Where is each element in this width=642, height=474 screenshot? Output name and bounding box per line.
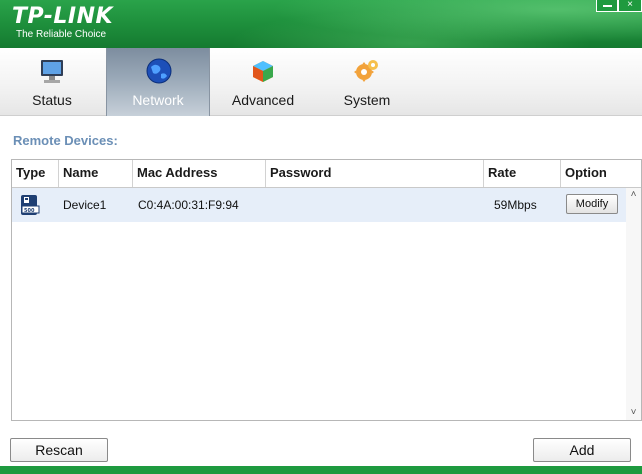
column-header-name[interactable]: Name xyxy=(59,160,133,187)
device-name: Device1 xyxy=(63,198,107,212)
column-header-option[interactable]: Option xyxy=(561,160,641,187)
table-header: Type Name Mac Address Password Rate Opti… xyxy=(12,160,641,188)
app-window: TP-LINK The Reliable Choice × Status Net… xyxy=(0,0,642,474)
header-banner: TP-LINK The Reliable Choice × xyxy=(0,0,642,48)
tab-system[interactable]: System xyxy=(315,48,419,116)
devices-table: Type Name Mac Address Password Rate Opti… xyxy=(11,159,642,421)
column-header-mac[interactable]: Mac Address xyxy=(133,160,266,187)
tab-advanced[interactable]: Advanced xyxy=(211,48,315,116)
brand-tagline: The Reliable Choice xyxy=(16,29,107,40)
tab-advanced-label: Advanced xyxy=(231,92,295,108)
cube-icon xyxy=(253,61,273,82)
add-button[interactable]: Add xyxy=(533,438,631,462)
column-header-rate[interactable]: Rate xyxy=(484,160,561,187)
tab-bar: Status Network Advanced System xyxy=(0,48,642,116)
tab-network-label: Network xyxy=(132,92,184,108)
tab-status[interactable]: Status xyxy=(0,48,104,116)
scroll-up-icon[interactable]: ˄ xyxy=(626,188,641,202)
globe-icon xyxy=(146,58,172,84)
scroll-down-icon[interactable]: ˅ xyxy=(626,406,641,420)
device-mac: C0:4A:00:31:F9:94 xyxy=(138,198,239,212)
table-row[interactable]: 500 Device1 C0:4A:00:31:F9:94 59Mbps Mod… xyxy=(12,188,626,222)
footer-bar xyxy=(0,466,642,474)
tab-system-label: System xyxy=(343,92,391,108)
remote-devices-title: Remote Devices: xyxy=(13,133,118,148)
minimize-icon xyxy=(603,5,612,7)
tab-network[interactable]: Network xyxy=(106,48,210,116)
monitor-icon xyxy=(41,60,63,83)
tab-status-label: Status xyxy=(32,92,72,108)
close-button[interactable]: × xyxy=(618,0,642,12)
vertical-scrollbar[interactable]: ˄ ˅ xyxy=(626,188,641,420)
device-rate: 59Mbps xyxy=(494,198,537,212)
rescan-button[interactable]: Rescan xyxy=(10,438,108,462)
powerline-adapter-icon: 500 xyxy=(21,195,40,215)
svg-text:500: 500 xyxy=(24,208,35,214)
header-decoration xyxy=(222,0,642,48)
gear-icon xyxy=(354,60,378,82)
modify-button[interactable]: Modify xyxy=(566,194,618,214)
column-header-password[interactable]: Password xyxy=(266,160,484,187)
brand-logo: TP-LINK xyxy=(12,4,114,29)
minimize-button[interactable] xyxy=(596,0,618,12)
column-header-type[interactable]: Type xyxy=(12,160,59,187)
